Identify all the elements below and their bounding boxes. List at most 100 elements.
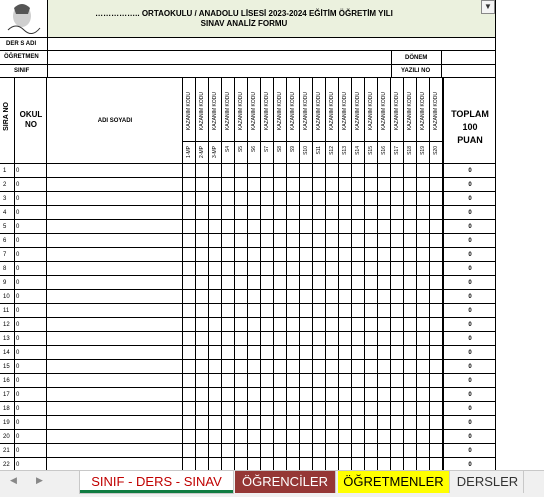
table-row-score-cell[interactable] xyxy=(352,458,365,470)
table-row-score-cell[interactable] xyxy=(326,416,339,430)
table-row-score-cell[interactable] xyxy=(196,402,209,416)
table-row-score-cell[interactable] xyxy=(209,192,222,206)
table-row-score-cell[interactable] xyxy=(430,290,443,304)
table-row-score-cell[interactable] xyxy=(391,304,404,318)
table-row-score-cell[interactable] xyxy=(326,262,339,276)
table-row-score-cell[interactable] xyxy=(352,164,365,178)
table-row-adi-soyadi[interactable] xyxy=(47,206,183,220)
table-row-score-cell[interactable] xyxy=(326,248,339,262)
table-row-score-cell[interactable] xyxy=(404,290,417,304)
table-row-score-cell[interactable] xyxy=(430,332,443,346)
table-row-score-cell[interactable] xyxy=(300,304,313,318)
table-row-score-cell[interactable] xyxy=(274,290,287,304)
table-row-score-cell[interactable] xyxy=(209,276,222,290)
table-row-score-cell[interactable] xyxy=(274,206,287,220)
table-row-score-cell[interactable] xyxy=(313,178,326,192)
table-row-score-cell[interactable] xyxy=(300,234,313,248)
table-row-score-cell[interactable] xyxy=(313,234,326,248)
table-row-score-cell[interactable] xyxy=(274,346,287,360)
table-row-score-cell[interactable] xyxy=(430,346,443,360)
table-row-score-cell[interactable] xyxy=(287,388,300,402)
table-row-score-cell[interactable] xyxy=(287,332,300,346)
table-row-score-cell[interactable] xyxy=(274,374,287,388)
table-row-score-cell[interactable] xyxy=(378,402,391,416)
table-row-score-cell[interactable] xyxy=(261,220,274,234)
table-row-score-cell[interactable] xyxy=(326,220,339,234)
table-row-score-cell[interactable] xyxy=(196,318,209,332)
table-row-score-cell[interactable] xyxy=(313,276,326,290)
table-row-score-cell[interactable] xyxy=(326,430,339,444)
table-row-score-cell[interactable] xyxy=(196,290,209,304)
table-row-score-cell[interactable] xyxy=(430,374,443,388)
table-row-score-cell[interactable] xyxy=(222,192,235,206)
table-row-score-cell[interactable] xyxy=(404,248,417,262)
table-row-score-cell[interactable] xyxy=(209,234,222,248)
table-row-score-cell[interactable] xyxy=(352,248,365,262)
table-row-adi-soyadi[interactable] xyxy=(47,318,183,332)
table-row-score-cell[interactable] xyxy=(274,360,287,374)
table-row-score-cell[interactable] xyxy=(274,416,287,430)
table-row-score-cell[interactable] xyxy=(326,164,339,178)
table-row-score-cell[interactable] xyxy=(417,304,430,318)
table-row-score-cell[interactable] xyxy=(352,234,365,248)
table-row-score-cell[interactable] xyxy=(235,416,248,430)
table-row-score-cell[interactable] xyxy=(417,318,430,332)
table-row-score-cell[interactable] xyxy=(365,430,378,444)
table-row-score-cell[interactable] xyxy=(183,402,196,416)
table-row-score-cell[interactable] xyxy=(274,318,287,332)
ders-adi-field[interactable] xyxy=(48,38,496,51)
table-row-score-cell[interactable] xyxy=(404,416,417,430)
table-row-okul-no[interactable]: 0 xyxy=(15,178,47,192)
table-row-score-cell[interactable] xyxy=(261,430,274,444)
table-row-score-cell[interactable] xyxy=(339,430,352,444)
table-row-score-cell[interactable] xyxy=(248,178,261,192)
table-row-score-cell[interactable] xyxy=(222,388,235,402)
table-row-score-cell[interactable] xyxy=(287,374,300,388)
table-row-score-cell[interactable] xyxy=(183,346,196,360)
table-row-score-cell[interactable] xyxy=(261,192,274,206)
table-row-score-cell[interactable] xyxy=(313,164,326,178)
table-row-score-cell[interactable] xyxy=(391,402,404,416)
table-row-score-cell[interactable] xyxy=(235,262,248,276)
table-row-score-cell[interactable] xyxy=(339,318,352,332)
table-row-adi-soyadi[interactable] xyxy=(47,164,183,178)
table-row-score-cell[interactable] xyxy=(300,444,313,458)
table-row-score-cell[interactable] xyxy=(235,178,248,192)
table-row-score-cell[interactable] xyxy=(378,304,391,318)
table-row-score-cell[interactable] xyxy=(391,388,404,402)
table-row-score-cell[interactable] xyxy=(196,262,209,276)
table-row-score-cell[interactable] xyxy=(378,360,391,374)
table-row-score-cell[interactable] xyxy=(248,318,261,332)
table-row-score-cell[interactable] xyxy=(222,234,235,248)
sheet-tab-4[interactable]: DERSLER xyxy=(452,471,524,493)
table-row-adi-soyadi[interactable] xyxy=(47,248,183,262)
table-row-score-cell[interactable] xyxy=(313,332,326,346)
table-row-score-cell[interactable] xyxy=(209,430,222,444)
table-row-score-cell[interactable] xyxy=(209,220,222,234)
table-row-score-cell[interactable] xyxy=(300,178,313,192)
table-row-score-cell[interactable] xyxy=(261,304,274,318)
table-row-score-cell[interactable] xyxy=(287,276,300,290)
table-row-score-cell[interactable] xyxy=(352,304,365,318)
table-row-score-cell[interactable] xyxy=(222,444,235,458)
table-row-score-cell[interactable] xyxy=(287,220,300,234)
table-row-score-cell[interactable] xyxy=(313,262,326,276)
table-row-score-cell[interactable] xyxy=(248,248,261,262)
table-row-score-cell[interactable] xyxy=(430,388,443,402)
donem-field[interactable] xyxy=(442,51,496,65)
table-row-score-cell[interactable] xyxy=(339,248,352,262)
table-row-score-cell[interactable] xyxy=(378,416,391,430)
table-row-score-cell[interactable] xyxy=(339,234,352,248)
table-row-score-cell[interactable] xyxy=(209,346,222,360)
table-row-score-cell[interactable] xyxy=(183,458,196,470)
table-row-score-cell[interactable] xyxy=(339,262,352,276)
table-row-score-cell[interactable] xyxy=(378,164,391,178)
table-row-score-cell[interactable] xyxy=(248,206,261,220)
table-row-score-cell[interactable] xyxy=(365,360,378,374)
table-row-score-cell[interactable] xyxy=(313,220,326,234)
table-row-score-cell[interactable] xyxy=(209,262,222,276)
table-row-score-cell[interactable] xyxy=(404,444,417,458)
table-row-score-cell[interactable] xyxy=(209,178,222,192)
table-row-score-cell[interactable] xyxy=(339,402,352,416)
table-row-score-cell[interactable] xyxy=(417,416,430,430)
